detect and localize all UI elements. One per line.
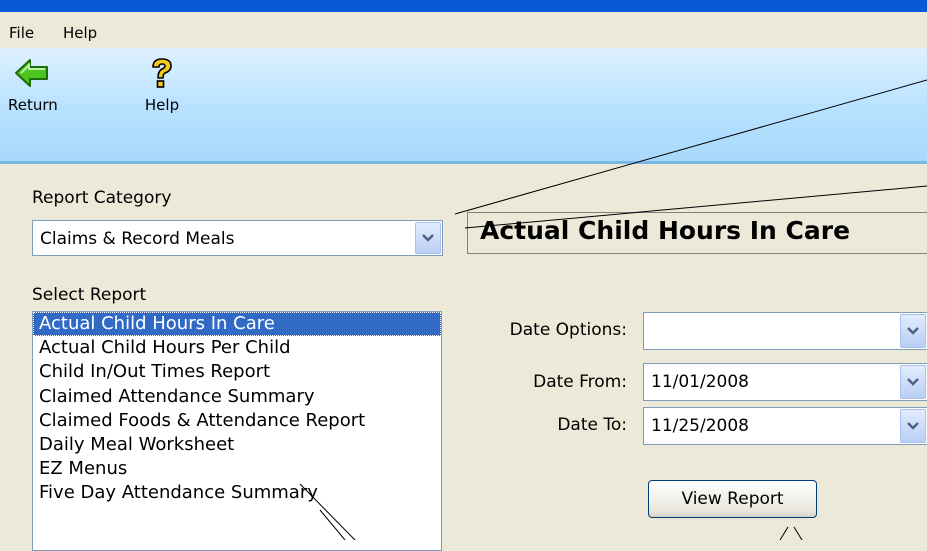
callout-lines xyxy=(299,79,927,540)
callout-lines-group xyxy=(299,79,927,540)
